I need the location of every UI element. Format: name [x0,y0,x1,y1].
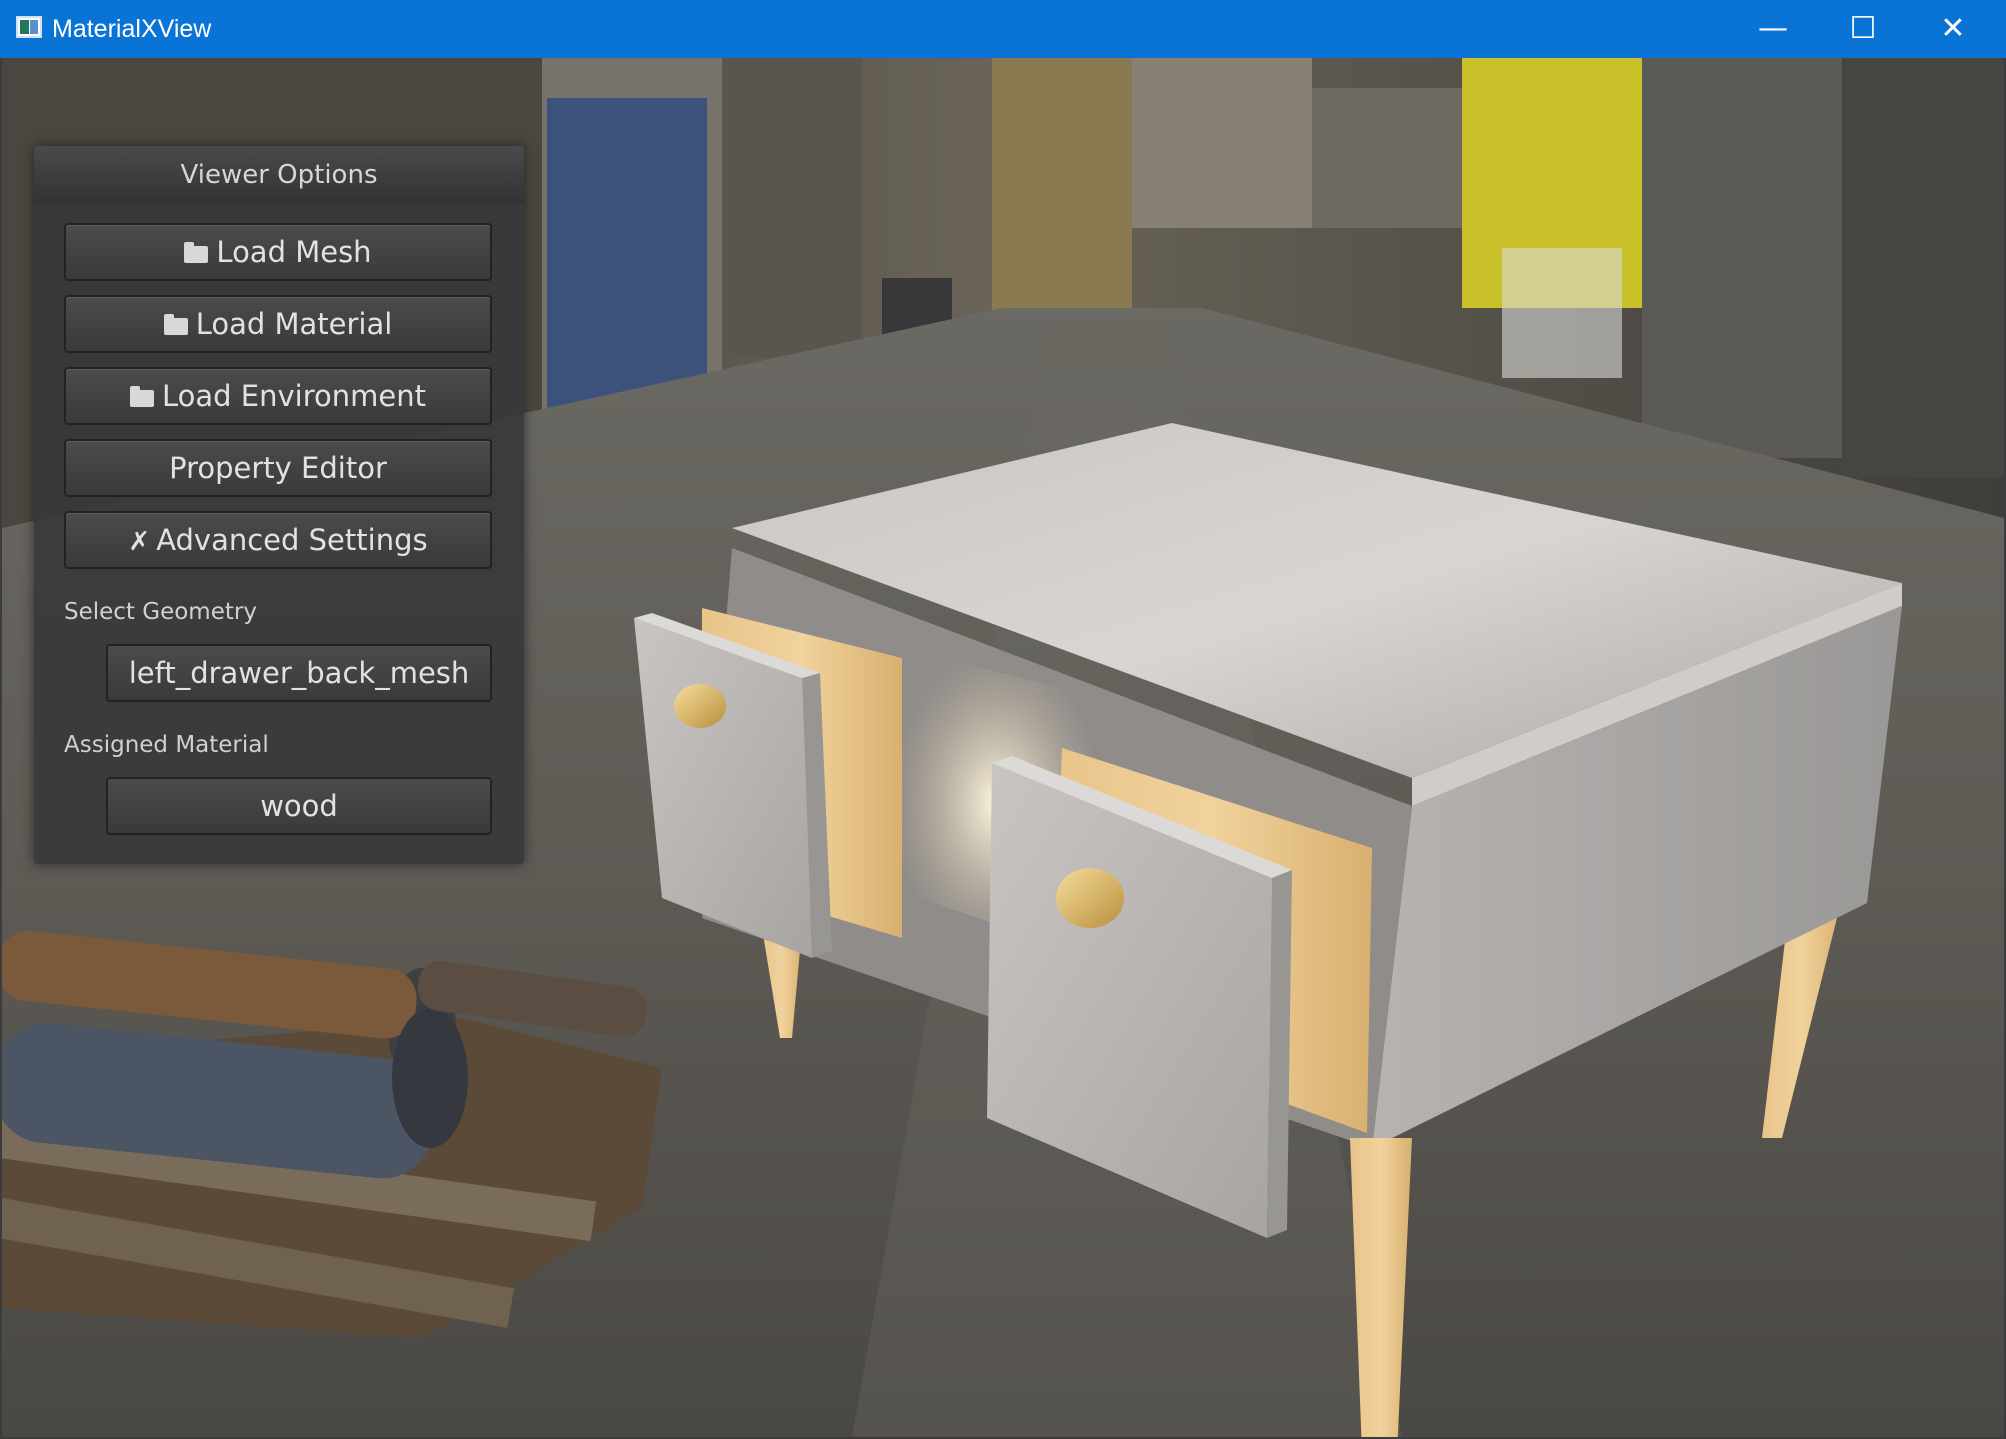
render-viewport[interactable]: Viewer Options Load Mesh Load Material L… [2,58,2004,1437]
title-bar[interactable]: MaterialXView — ☐ ✕ [0,0,2006,58]
advanced-settings-button[interactable]: ✗ Advanced Settings [64,511,492,569]
load-environment-label: Load Environment [162,379,426,413]
maximize-button[interactable]: ☐ [1818,0,1908,58]
tools-icon: ✗ [128,527,151,557]
geometry-selector[interactable]: left_drawer_back_mesh [106,644,492,702]
app-icon [16,16,42,38]
select-geometry-label: Select Geometry [64,599,257,625]
load-environment-button[interactable]: Load Environment [64,367,492,425]
material-selector-value: wood [260,789,338,823]
property-editor-label: Property Editor [169,451,387,485]
advanced-settings-label: Advanced Settings [156,523,428,557]
panel-title: Viewer Options [34,146,524,204]
maximize-icon: ☐ [1849,11,1877,46]
load-material-label: Load Material [195,307,393,341]
assigned-material-label: Assigned Material [64,732,269,758]
load-mesh-button[interactable]: Load Mesh [64,223,492,281]
minimize-button[interactable]: — [1728,0,1818,58]
close-icon: ✕ [1940,11,1966,46]
folder-icon [163,314,188,335]
viewer-options-panel: Viewer Options Load Mesh Load Material L… [34,146,524,864]
minimize-icon: — [1758,11,1788,46]
window-title: MaterialXView [52,15,212,43]
materialxview-window: MaterialXView — ☐ ✕ Viewer Options Load … [0,0,2006,1439]
close-button[interactable]: ✕ [1908,0,1998,58]
folder-icon [184,242,209,263]
property-editor-button[interactable]: Property Editor [64,439,492,497]
material-selector[interactable]: wood [106,777,492,835]
geometry-selector-value: left_drawer_back_mesh [128,656,470,690]
folder-icon [130,386,155,407]
load-mesh-label: Load Mesh [216,235,372,269]
load-material-button[interactable]: Load Material [64,295,492,353]
